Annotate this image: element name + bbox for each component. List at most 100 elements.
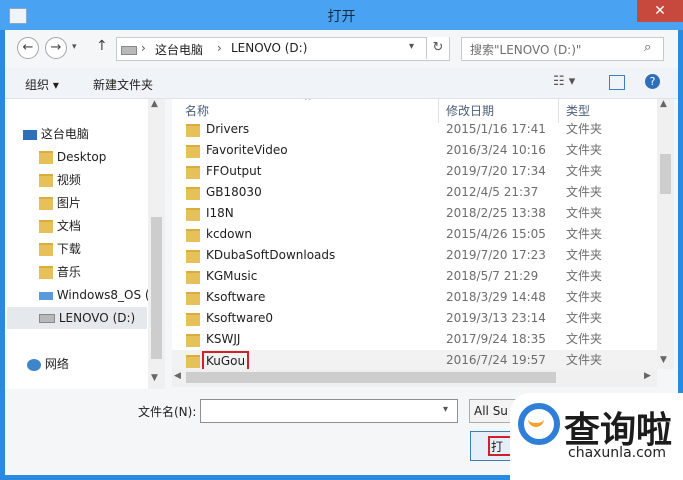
file-row[interactable]: Ksoftware0 2019/3/13 23:14 文件夹 xyxy=(172,308,660,329)
search-input[interactable]: 搜索"LENOVO (D:)" ⌕ xyxy=(461,37,664,61)
recent-dropdown-icon[interactable]: ▾ xyxy=(72,42,77,52)
nav-pictures[interactable]: 图片 xyxy=(39,192,81,214)
folder-icon xyxy=(39,197,53,210)
file-date: 2019/3/13 23:14 xyxy=(446,311,546,325)
help-icon[interactable]: ? xyxy=(645,74,660,89)
refresh-button[interactable]: ↻ xyxy=(426,37,449,59)
window-title: 打开 xyxy=(327,9,356,25)
nav-scrollbar[interactable]: ▲ ▼ xyxy=(148,99,165,389)
file-date: 2016/7/24 19:57 xyxy=(446,353,546,367)
folder-icon xyxy=(186,292,200,305)
file-row[interactable]: KSWJJ 2017/9/24 18:35 文件夹 xyxy=(172,329,660,350)
address-bar[interactable]: › 这台电脑 › LENOVO (D:) ▾ xyxy=(116,37,450,61)
file-row[interactable]: KuGou 2016/7/24 19:57 文件夹 xyxy=(172,350,660,369)
file-type: 文件夹 xyxy=(566,206,603,220)
drive-icon xyxy=(39,314,55,323)
breadcrumb-this-pc[interactable]: 这台电脑 xyxy=(155,41,203,58)
file-date: 2019/7/20 17:23 xyxy=(446,248,546,262)
nav-downloads[interactable]: 下载 xyxy=(39,238,81,260)
file-date: 2018/5/7 21:29 xyxy=(446,269,539,283)
search-icon[interactable]: ⌕ xyxy=(644,40,651,55)
file-row[interactable]: I18N 2018/2/25 13:38 文件夹 xyxy=(172,203,660,224)
new-folder-button[interactable]: 新建文件夹 xyxy=(93,76,153,93)
open-button[interactable]: 打 xyxy=(470,431,512,461)
folder-icon xyxy=(186,166,200,179)
folder-icon xyxy=(186,250,200,263)
folder-icon xyxy=(39,151,53,164)
scroll-left-icon[interactable]: ◀ xyxy=(174,371,181,381)
file-name: I18N xyxy=(206,206,234,220)
file-vscrollbar-thumb[interactable] xyxy=(660,154,671,194)
file-date: 2017/9/24 18:35 xyxy=(446,332,546,346)
file-row[interactable]: FFOutput 2019/7/20 17:34 文件夹 xyxy=(172,161,660,182)
forward-button[interactable]: → xyxy=(45,37,67,59)
filename-input[interactable]: ▾ xyxy=(200,399,458,423)
scroll-up-icon[interactable]: ▲ xyxy=(660,99,667,109)
nav-scrollbar-thumb[interactable] xyxy=(151,217,162,359)
file-type: 文件夹 xyxy=(566,248,603,262)
nav-label: 文档 xyxy=(56,219,81,233)
file-vscrollbar[interactable]: ▲ ▼ xyxy=(657,99,674,369)
up-button[interactable]: ↑ xyxy=(96,38,108,54)
watermark-logo: 查询啦 chaxunla.com xyxy=(510,393,683,480)
nav-windows-drive[interactable]: Windows8_OS ( xyxy=(39,284,150,306)
file-date: 2015/4/26 15:05 xyxy=(446,227,546,241)
breadcrumb-drive[interactable]: LENOVO (D:) xyxy=(231,41,307,55)
drive-icon xyxy=(121,46,137,55)
file-row[interactable]: Drivers 2015/1/16 17:41 文件夹 xyxy=(172,119,660,140)
nav-label: LENOVO (D:) xyxy=(58,311,136,325)
scroll-up-icon[interactable]: ▲ xyxy=(151,99,158,109)
address-dropdown-icon[interactable]: ▾ xyxy=(409,41,414,52)
file-date: 2018/3/29 14:48 xyxy=(446,290,546,304)
file-row[interactable]: KDubaSoftDownloads 2019/7/20 17:23 文件夹 xyxy=(172,245,660,266)
file-row[interactable]: FavoriteVideo 2016/3/24 10:16 文件夹 xyxy=(172,140,660,161)
file-row[interactable]: GB18030 2012/4/5 21:37 文件夹 xyxy=(172,182,660,203)
file-name: GB18030 xyxy=(206,185,262,199)
organize-button[interactable]: 组织 ▾ xyxy=(25,76,59,93)
nav-this-pc[interactable]: 这台电脑 xyxy=(23,123,89,145)
view-options-icon[interactable]: ☷ ▾ xyxy=(553,74,575,89)
scroll-down-icon[interactable]: ▼ xyxy=(660,355,667,365)
back-arrow-icon: ← xyxy=(22,40,34,55)
folder-icon xyxy=(39,220,53,233)
preview-pane-icon[interactable] xyxy=(609,75,625,90)
folder-icon xyxy=(186,208,200,221)
scroll-right-icon[interactable]: ▶ xyxy=(644,371,651,381)
filename-dropdown-icon[interactable]: ▾ xyxy=(443,404,448,415)
nav-label: 这台电脑 xyxy=(40,127,89,141)
file-date: 2016/3/24 10:16 xyxy=(446,143,546,157)
file-type: 文件夹 xyxy=(566,122,603,136)
nav-videos[interactable]: 视频 xyxy=(39,169,81,191)
file-name: KuGou xyxy=(202,351,250,369)
folder-icon xyxy=(186,145,200,158)
folder-icon xyxy=(39,266,53,279)
scroll-down-icon[interactable]: ▼ xyxy=(151,373,158,383)
nav-desktop[interactable]: Desktop xyxy=(39,146,106,168)
file-type: 文件夹 xyxy=(566,164,603,178)
file-type: 文件夹 xyxy=(566,353,603,367)
nav-network[interactable]: 网络 xyxy=(27,353,69,375)
file-row[interactable]: Ksoftware 2018/3/29 14:48 文件夹 xyxy=(172,287,660,308)
nav-music[interactable]: 音乐 xyxy=(39,261,81,283)
file-type: 文件夹 xyxy=(566,311,603,325)
folder-icon xyxy=(186,124,200,137)
nav-label: 下载 xyxy=(56,242,81,256)
file-name: Ksoftware0 xyxy=(206,311,274,325)
back-button[interactable]: ← xyxy=(17,37,39,59)
file-name: KDubaSoftDownloads xyxy=(206,248,336,262)
file-type-value: All Su xyxy=(474,404,508,418)
file-row[interactable]: KGMusic 2018/5/7 21:29 文件夹 xyxy=(172,266,660,287)
close-button[interactable]: ✕ xyxy=(637,0,683,22)
folder-icon xyxy=(186,334,200,347)
file-type: 文件夹 xyxy=(566,269,603,283)
nav-lenovo-drive[interactable]: LENOVO (D:) xyxy=(7,307,147,329)
file-row[interactable]: kcdown 2015/4/26 15:05 文件夹 xyxy=(172,224,660,245)
forward-arrow-icon: → xyxy=(50,40,62,55)
file-hscrollbar-thumb[interactable] xyxy=(186,372,556,383)
nav-label: 图片 xyxy=(56,196,81,210)
file-hscrollbar[interactable]: ◀ ▶ xyxy=(172,369,657,387)
nav-documents[interactable]: 文档 xyxy=(39,215,81,237)
file-date: 2012/4/5 21:37 xyxy=(446,185,539,199)
file-date: 2019/7/20 17:34 xyxy=(446,164,546,178)
command-bar: 组织 ▾ 新建文件夹 ☷ ▾ ? xyxy=(5,68,678,99)
